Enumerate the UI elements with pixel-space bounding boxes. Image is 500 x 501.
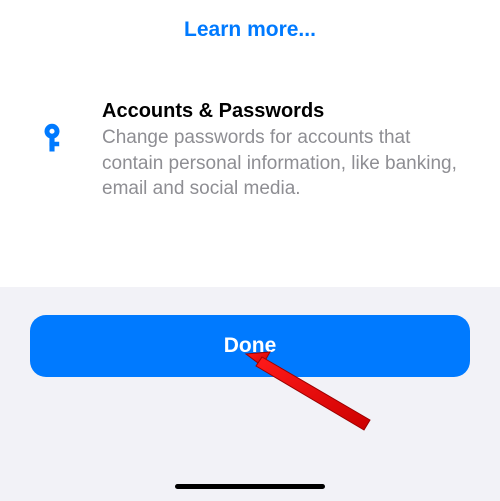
footer-area: Done — [0, 287, 500, 501]
done-button[interactable]: Done — [30, 315, 470, 377]
card-description: Change passwords for accounts that conta… — [102, 125, 460, 202]
accounts-passwords-card: Accounts & Passwords Change passwords fo… — [0, 100, 500, 202]
learn-more-link[interactable]: Learn more... — [0, 18, 500, 42]
content-area: Learn more... Accounts & Passwords Chang… — [0, 0, 500, 242]
key-icon — [40, 120, 76, 161]
home-indicator[interactable] — [175, 484, 325, 489]
card-title: Accounts & Passwords — [102, 100, 460, 123]
info-text: Accounts & Passwords Change passwords fo… — [102, 100, 460, 202]
